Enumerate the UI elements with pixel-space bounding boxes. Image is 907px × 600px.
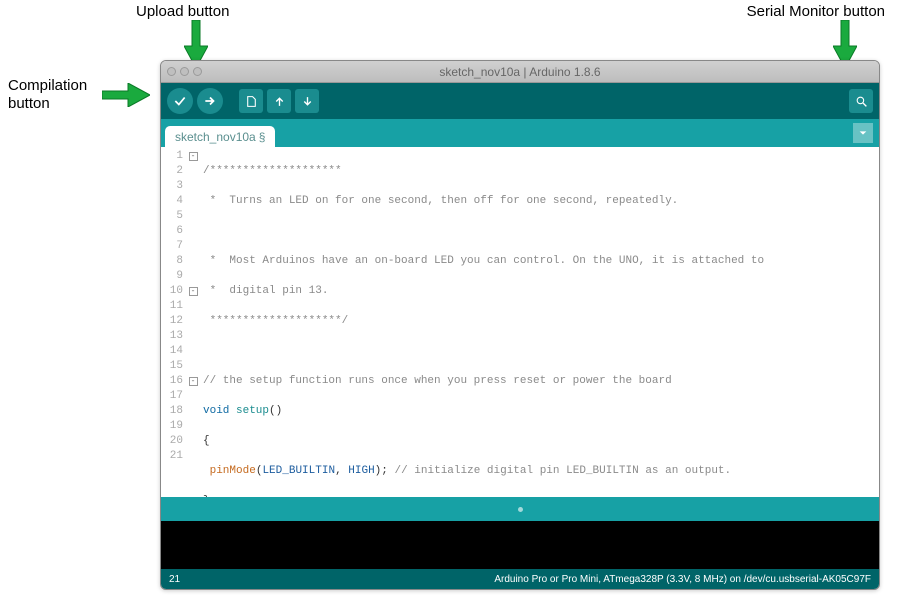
arrow-up-icon <box>273 95 286 108</box>
message-bar <box>161 497 879 521</box>
new-button[interactable] <box>239 89 263 113</box>
callout-compile-label-1: Compilation <box>8 77 87 95</box>
fold-icon[interactable]: - <box>189 377 198 386</box>
toolbar <box>161 83 879 119</box>
cursor-line: 21 <box>169 574 180 585</box>
code-content[interactable]: /******************** * Turns an LED on … <box>199 147 879 497</box>
fold-column: - - - <box>187 147 199 497</box>
arrow-compile-icon <box>102 83 150 107</box>
status-footer: 21 Arduino Pro or Pro Mini, ATmega328P (… <box>161 569 879 589</box>
arrow-down-icon <box>301 95 314 108</box>
code-editor[interactable]: 123456789101112131415161718192021 - - - … <box>161 147 879 497</box>
board-port-info: Arduino Pro or Pro Mini, ATmega328P (3.3… <box>494 574 871 585</box>
fold-icon[interactable]: - <box>189 152 198 161</box>
callout-serial-label: Serial Monitor button <box>747 3 885 21</box>
save-button[interactable] <box>295 89 319 113</box>
magnifier-icon <box>855 95 868 108</box>
callout-compile-label-2: button <box>8 95 50 113</box>
resize-handle-icon[interactable] <box>518 507 523 512</box>
line-gutter: 123456789101112131415161718192021 <box>161 147 187 497</box>
tab-bar: sketch_nov10a § <box>161 119 879 147</box>
arrow-right-icon <box>203 94 217 108</box>
upload-button[interactable] <box>197 88 223 114</box>
console-output[interactable] <box>161 521 879 569</box>
open-button[interactable] <box>267 89 291 113</box>
window-title: sketch_nov10a | Arduino 1.8.6 <box>161 65 879 79</box>
chevron-down-icon <box>858 128 868 138</box>
tab-name: sketch_nov10a <box>175 130 256 144</box>
file-icon <box>245 95 258 108</box>
check-icon <box>173 94 187 108</box>
arduino-ide-window: sketch_nov10a | Arduino 1.8.6 sketch_nov… <box>160 60 880 590</box>
serial-monitor-button[interactable] <box>849 89 873 113</box>
fold-icon[interactable]: - <box>189 287 198 296</box>
tab-modified-indicator: § <box>259 130 266 144</box>
callout-upload-label: Upload button <box>136 3 229 21</box>
titlebar: sketch_nov10a | Arduino 1.8.6 <box>161 61 879 83</box>
tab-sketch[interactable]: sketch_nov10a § <box>165 126 275 147</box>
tab-dropdown-button[interactable] <box>853 123 873 143</box>
verify-button[interactable] <box>167 88 193 114</box>
